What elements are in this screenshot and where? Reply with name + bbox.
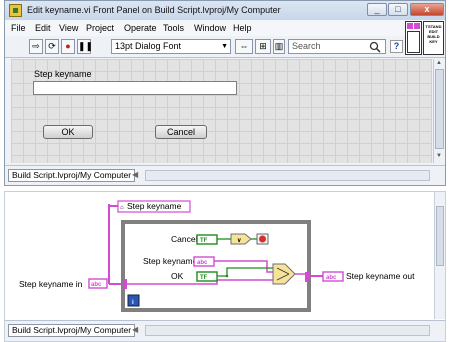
toolbar: ⇨ ⟳ ● ❚❚ 13pt Dialog Font ▼ ⇔ ⊞ ▥ Search… xyxy=(5,36,445,58)
cancel-terminal-label: Cancel xyxy=(171,234,198,244)
connector-pane[interactable] xyxy=(405,21,422,55)
menu-bar: File Edit View Project Operate Tools Win… xyxy=(5,20,445,36)
step-keyname-out-label: Step keyname out xyxy=(346,271,415,281)
horizontal-scrollbar[interactable] xyxy=(145,325,430,336)
scroll-up-icon[interactable]: ▲ xyxy=(436,60,442,66)
block-diagram-canvas: ⌂ Step keyname Step keyname in abc i Can… xyxy=(19,200,415,312)
boolean-type-icon: TF xyxy=(200,238,208,244)
cancel-button[interactable]: Cancel xyxy=(155,125,207,139)
boolean-wire[interactable] xyxy=(217,267,273,277)
chevron-down-icon: ▼ xyxy=(221,43,228,50)
shift-register-out[interactable] xyxy=(305,272,309,282)
minimize-button[interactable]: _ xyxy=(367,3,387,16)
menu-help[interactable]: Help xyxy=(233,23,252,33)
close-button[interactable]: x xyxy=(410,3,444,16)
font-selector[interactable]: 13pt Dialog Font ▼ xyxy=(111,39,231,54)
shift-register-in[interactable] xyxy=(123,279,127,289)
menu-file[interactable]: File xyxy=(11,23,26,33)
string-wire[interactable] xyxy=(214,260,273,273)
string-type-icon: abc xyxy=(91,282,102,288)
ok-terminal-label: OK xyxy=(171,271,184,281)
scroll-left-icon[interactable]: ◀ xyxy=(132,170,138,179)
menu-view[interactable]: View xyxy=(59,23,78,33)
vi-icon[interactable]: TSTAND EDIT BUILD KEY xyxy=(423,21,444,55)
scroll-down-icon[interactable]: ▼ xyxy=(436,153,442,159)
boolean-type-icon: TF xyxy=(200,275,208,281)
front-panel-canvas: Step keyname OK Cancel xyxy=(11,59,432,163)
string-type-icon: abc xyxy=(197,260,208,266)
string-type-icon: abc xyxy=(326,275,337,281)
font-selector-value: 13pt Dialog Font xyxy=(115,41,182,51)
vertical-scrollbar[interactable]: ▲ ▼ xyxy=(433,59,445,163)
run-arrow-icon[interactable]: ⇨ xyxy=(29,39,43,54)
status-bar: Build Script.lvproj/My Computer ◀ xyxy=(5,165,445,185)
connector-terminal xyxy=(407,23,413,29)
step-keyname-input[interactable] xyxy=(33,81,237,95)
house-icon: ⌂ xyxy=(120,205,124,211)
vi-icon-line: KEY xyxy=(429,39,438,44)
project-link[interactable]: Build Script.lvproj/My Computer xyxy=(8,169,136,182)
select-function[interactable] xyxy=(272,263,296,285)
menu-edit[interactable]: Edit xyxy=(35,23,51,33)
menu-tools[interactable]: Tools xyxy=(163,23,184,33)
vertical-scrollbar[interactable] xyxy=(434,192,445,319)
menu-operate[interactable]: Operate xyxy=(124,23,157,33)
ok-button[interactable]: OK xyxy=(43,125,93,139)
maximize-button[interactable]: □ xyxy=(388,3,408,16)
abort-icon[interactable]: ● xyxy=(61,39,75,54)
scrollbar-thumb[interactable] xyxy=(435,69,444,149)
step-keyname-terminal-label: Step keyname xyxy=(143,256,198,266)
stop-icon xyxy=(259,235,266,243)
scrollbar-thumb[interactable] xyxy=(436,206,444,266)
horizontal-scrollbar[interactable] xyxy=(145,170,430,181)
connector-grid xyxy=(407,31,420,53)
connector-terminal xyxy=(414,23,420,29)
run-continuously-icon[interactable]: ⟳ xyxy=(45,39,59,54)
step-keyname-label: Step keyname xyxy=(34,69,92,79)
pause-icon[interactable]: ❚❚ xyxy=(77,39,93,54)
search-placeholder: Search xyxy=(292,41,321,51)
menu-window[interactable]: Window xyxy=(194,23,226,33)
distribute-objects-icon[interactable]: ⊞ xyxy=(255,39,271,54)
project-link[interactable]: Build Script.lvproj/My Computer xyxy=(8,324,136,337)
context-help-button[interactable]: ? xyxy=(390,40,403,53)
reorder-icon[interactable]: ▥ xyxy=(273,39,285,54)
front-panel-window: Edit keyname.vi Front Panel on Build Scr… xyxy=(4,0,446,186)
search-icon[interactable] xyxy=(369,41,381,53)
or-function-glyph: ∨ xyxy=(237,238,241,244)
menu-project[interactable]: Project xyxy=(86,23,114,33)
scroll-left-icon[interactable]: ◀ xyxy=(132,325,138,334)
status-bar: Build Script.lvproj/My Computer ◀ xyxy=(5,320,445,341)
align-objects-icon[interactable]: ⇔ xyxy=(235,39,253,54)
block-diagram-window: ⌂ Step keyname Step keyname in abc i Can… xyxy=(4,191,446,342)
wire-junction xyxy=(225,274,229,278)
labview-app-icon xyxy=(9,4,22,17)
property-node-label: Step keyname xyxy=(127,201,182,211)
title-bar: Edit keyname.vi Front Panel on Build Scr… xyxy=(5,1,445,20)
step-keyname-in-label: Step keyname in xyxy=(19,279,83,289)
window-title: Edit keyname.vi Front Panel on Build Scr… xyxy=(27,5,281,15)
